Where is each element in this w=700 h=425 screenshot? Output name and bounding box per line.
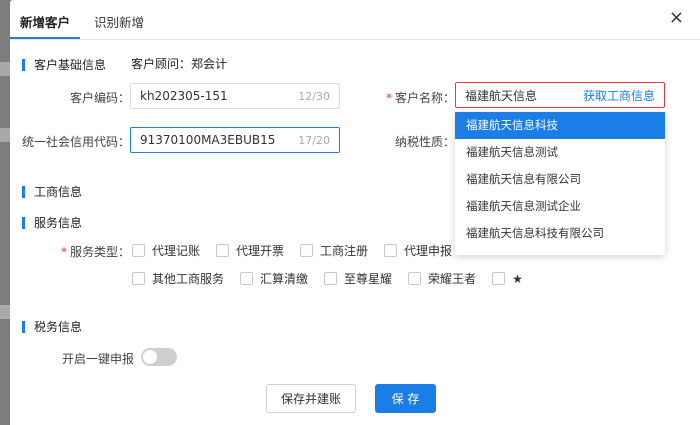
- checkbox[interactable]: [132, 244, 145, 257]
- service-type-label: * 服务类型：: [30, 243, 130, 260]
- section-marker: [22, 216, 25, 229]
- save-button[interactable]: 保 存: [375, 384, 436, 413]
- suggestion-item[interactable]: 福建航天信息科技: [455, 112, 665, 139]
- section-marker: [22, 185, 25, 198]
- service-type-option[interactable]: 其他工商服务: [132, 270, 224, 287]
- customer-adviser: 客户顾问：郑会计: [131, 57, 228, 71]
- suggestion-item[interactable]: 福建航天信息有限公司: [455, 166, 665, 193]
- checkbox[interactable]: [492, 272, 506, 285]
- customer-name-input[interactable]: 福建航天信息 获取工商信息: [455, 82, 665, 108]
- service-type-option[interactable]: 代理开票: [216, 242, 284, 259]
- tax-nature-label: 纳税性质：: [394, 135, 455, 149]
- one-click-filing-label: 开启一键申报: [61, 352, 134, 366]
- dialog-tabs: 新增客户 识别新增 ×: [10, 0, 700, 40]
- service-type-option[interactable]: 至尊星耀: [324, 270, 392, 287]
- save-and-bookkeep-button[interactable]: 保存并建账: [266, 384, 356, 413]
- section-tax-info: 税务信息: [22, 318, 82, 335]
- tab-recognize-add[interactable]: 识别新增: [94, 12, 144, 31]
- section-marker: [22, 58, 25, 71]
- section-title: 税务信息: [34, 320, 83, 334]
- checkbox[interactable]: [408, 272, 422, 285]
- suggestion-item[interactable]: 福建航天信息测试企业: [455, 193, 665, 220]
- credit-code-input[interactable]: 91370100MA3EBUB15 17/20: [130, 127, 340, 153]
- customer-code-count: 12/30: [298, 89, 330, 103]
- section-title: 工商信息: [34, 185, 83, 199]
- customer-name-suggestions: 福建航天信息科技 福建航天信息测试 福建航天信息有限公司 福建航天信息测试企业 …: [455, 112, 665, 255]
- add-customer-dialog: 新增客户 识别新增 × 客户基础信息 客户顾问：郑会计 客户编码： kh2023…: [10, 0, 700, 425]
- background-text-fragment: [0, 128, 10, 142]
- section-service-info: 服务信息: [22, 214, 82, 231]
- section-marker: [22, 320, 25, 333]
- service-type-option[interactable]: 荣耀王者: [408, 270, 476, 287]
- checkbox[interactable]: [324, 272, 338, 285]
- checkbox[interactable]: [132, 272, 145, 285]
- star-icon: ★: [512, 271, 523, 286]
- tab-add-customer[interactable]: 新增客户: [20, 12, 70, 31]
- section-basic-info: 客户基础信息: [22, 56, 106, 73]
- customer-code-label: 客户编码：: [69, 91, 130, 105]
- service-type-option[interactable]: ★: [492, 272, 523, 286]
- service-type-row-1: 代理记账 代理开票 工商注册 代理申报: [132, 242, 468, 259]
- section-business-info: 工商信息: [22, 183, 82, 200]
- section-title: 客户基础信息: [34, 58, 107, 72]
- service-type-label-text: 服务类型：: [69, 245, 130, 259]
- customer-name-label-text: 客户名称：: [394, 91, 455, 105]
- checkbox[interactable]: [300, 244, 314, 257]
- one-click-filing-toggle[interactable]: [141, 348, 177, 366]
- suggestion-item[interactable]: 福建航天信息测试: [455, 139, 665, 166]
- service-type-row-2: 其他工商服务 汇算清缴 至尊星耀 荣耀王者 ★: [132, 270, 539, 287]
- section-title: 服务信息: [34, 216, 83, 230]
- close-icon[interactable]: ×: [669, 9, 684, 27]
- customer-code-input[interactable]: kh202305-151 12/30: [130, 83, 340, 109]
- background-text-fragment: [0, 305, 10, 319]
- checkbox[interactable]: [240, 272, 254, 285]
- customer-name-value: 福建航天信息: [465, 88, 538, 103]
- get-business-info-link[interactable]: 获取工商信息: [583, 87, 655, 104]
- checkbox[interactable]: [216, 244, 230, 257]
- required-mark: *: [385, 91, 392, 105]
- required-mark: *: [60, 245, 67, 259]
- service-type-option[interactable]: 工商注册: [300, 242, 368, 259]
- credit-code-value: 91370100MA3EBUB15: [140, 133, 276, 147]
- checkbox[interactable]: [384, 244, 398, 257]
- credit-code-label: 统一社会信用代码：: [21, 135, 130, 149]
- customer-code-value: kh202305-151: [140, 89, 228, 103]
- credit-code-count: 17/20: [298, 133, 330, 147]
- customer-name-label: * 客户名称：: [350, 89, 455, 106]
- service-type-option[interactable]: 代理记账: [132, 242, 200, 259]
- service-type-option[interactable]: 代理申报: [384, 242, 452, 259]
- background-text-fragment: [0, 62, 10, 76]
- toggle-knob: [143, 350, 157, 364]
- service-type-option[interactable]: 汇算清缴: [240, 270, 308, 287]
- active-tab-indicator: [10, 37, 80, 39]
- suggestion-item[interactable]: 福建航天信息科技有限公司: [455, 220, 665, 247]
